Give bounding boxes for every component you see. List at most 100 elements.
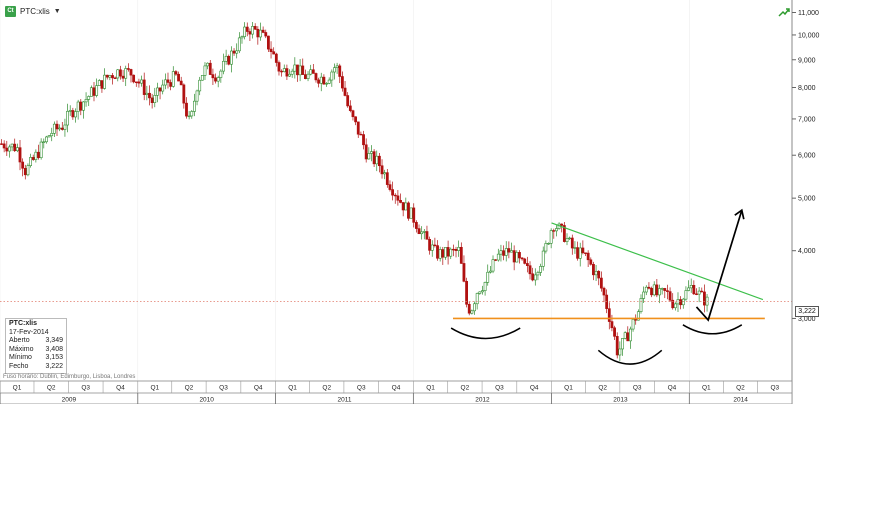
candle-body: [29, 157, 32, 166]
quarter-label: Q2: [322, 385, 331, 392]
candle-body: [499, 250, 503, 255]
candle-body: [496, 253, 500, 261]
candle-body: [269, 48, 273, 52]
candle-body: [428, 239, 431, 251]
candle-body: [222, 60, 225, 72]
candle-body: [644, 286, 648, 293]
candle-body: [533, 274, 537, 281]
candle-body: [436, 245, 439, 259]
quarter-label: Q1: [13, 385, 22, 392]
trend-arrow-icon[interactable]: [778, 6, 790, 18]
candle-body: [311, 69, 315, 74]
candle-body: [140, 79, 143, 84]
candle-body: [111, 75, 114, 79]
candle-body: [391, 189, 395, 196]
candle-body: [119, 69, 122, 77]
candle-body: [380, 165, 384, 175]
candle-body: [597, 270, 601, 279]
candle-body: [290, 70, 294, 75]
candle-body: [39, 141, 43, 159]
candle-body: [414, 222, 418, 229]
candle-body: [174, 71, 178, 75]
y-tick-label: 4,000: [798, 248, 816, 255]
candle-body: [182, 84, 186, 104]
candle-body: [166, 79, 170, 83]
candle-body: [359, 133, 363, 136]
quarter-label: Q1: [564, 385, 573, 392]
candle-body: [629, 328, 632, 342]
info-row-close: Fecho 3,222: [9, 362, 63, 370]
candle-body: [319, 76, 323, 84]
candle-body: [240, 36, 244, 39]
candle-body: [42, 141, 46, 143]
candle-body: [478, 291, 482, 294]
candle-body: [438, 249, 442, 259]
candle-body: [650, 288, 653, 296]
candle-body: [475, 293, 479, 305]
candle-body: [589, 259, 593, 265]
year-label: 2009: [62, 397, 77, 404]
candle-body: [409, 207, 413, 219]
quarter-label: Q3: [219, 385, 228, 392]
candle-body: [280, 70, 284, 73]
candle-body: [703, 291, 706, 306]
candle-body: [158, 87, 162, 92]
candle-body: [248, 31, 252, 35]
candle-body: [37, 151, 40, 159]
candle-body: [137, 81, 141, 84]
candle-body: [451, 248, 455, 251]
candle-body: [570, 237, 574, 249]
y-tick-label: 11,000: [798, 10, 819, 17]
candle-body: [658, 288, 661, 296]
candle-body: [296, 64, 299, 76]
quarter-label: Q2: [185, 385, 194, 392]
candle-body: [288, 73, 291, 77]
candle-body: [333, 67, 336, 73]
candle-body: [356, 121, 360, 135]
candle-body: [446, 247, 450, 257]
quarter-label: Q3: [81, 385, 90, 392]
candle-body: [193, 100, 196, 112]
candle-body: [584, 252, 587, 254]
candle-body: [576, 247, 579, 259]
candle-body: [652, 284, 656, 296]
candle-body: [547, 242, 550, 245]
candle-body: [163, 79, 167, 86]
candle-body: [459, 246, 463, 264]
candle-body: [261, 29, 265, 33]
candle-body: [467, 303, 471, 314]
candle-body: [462, 263, 466, 282]
candle-body: [486, 271, 490, 283]
year-label: 2011: [337, 397, 351, 404]
y-tick-label: 5,000: [798, 196, 816, 203]
ohlc-info-box: PTC:xlis 17-Fev-2014 Aberto 3,349 Máximo 3…: [5, 318, 67, 374]
candle-body: [169, 82, 173, 87]
candle-body: [615, 336, 619, 356]
candle-body: [327, 79, 331, 84]
candle-body: [79, 101, 83, 111]
candle-body: [639, 298, 643, 312]
candle-body: [177, 73, 180, 82]
chart-header[interactable]: Ct PTC:xlis ▼: [5, 4, 61, 18]
info-row-low: Mínimo 3,153: [9, 354, 63, 362]
candle-body: [45, 136, 48, 143]
candle-body: [156, 87, 159, 96]
candle-body: [396, 195, 400, 201]
candle-body: [610, 321, 614, 329]
candle-body: [97, 80, 101, 86]
candle-body: [113, 77, 117, 79]
candle-body: [282, 68, 286, 73]
quarter-label: Q4: [668, 385, 677, 392]
candle-body: [549, 230, 553, 244]
chevron-down-icon[interactable]: ▼: [54, 8, 61, 15]
candle-body: [285, 68, 289, 77]
price-chart[interactable]: 3,0004,0005,0006,0007,0008,0009,00010,00…: [0, 0, 825, 405]
candle-body: [383, 172, 387, 175]
candle-body: [362, 134, 365, 146]
ticker-symbol[interactable]: PTC:xlis: [20, 7, 50, 16]
quarter-label: Q4: [254, 385, 263, 392]
candle-body: [126, 68, 130, 70]
candle-body: [52, 123, 56, 134]
current-price-badge: 3,222: [795, 306, 819, 317]
candle-body: [370, 151, 373, 154]
